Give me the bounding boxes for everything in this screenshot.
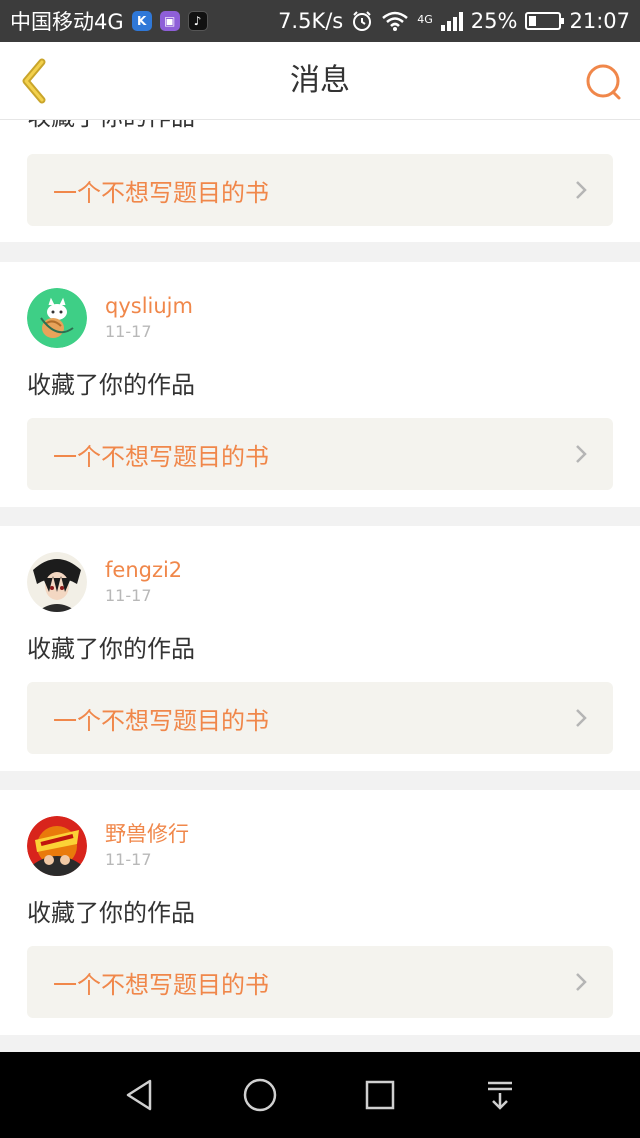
message-card: fengzi2 11-17 收藏了你的作品 一个不想写题目的书 [0,526,640,771]
app-k-icon: K [131,11,152,31]
book-link[interactable]: 一个不想写题目的书 [27,682,613,754]
search-button[interactable] [584,62,624,102]
network-speed: 7.5K/s [278,9,344,33]
recents-square-icon [365,1080,395,1110]
chevron-left-icon [22,58,46,104]
notification-pull-icon [488,1081,512,1110]
nav-home-button[interactable] [240,1075,280,1115]
action-text: 收藏了你的作品 [27,635,195,663]
action-text: 收藏了你的作品 [27,120,613,134]
book-link[interactable]: 一个不想写题目的书 [27,154,613,226]
chevron-right-icon [576,973,587,991]
nav-back-button[interactable] [120,1075,160,1115]
battery-percent: 25% [470,9,518,33]
message-card: 收藏了你的作品 一个不想写题目的书 [0,120,640,242]
chevron-right-icon [576,709,587,727]
book-title: 一个不想写题目的书 [53,178,269,207]
nav-recents-button[interactable] [360,1075,400,1115]
avatar[interactable] [27,816,87,876]
search-icon [586,64,621,100]
wifi-icon [382,11,409,31]
action-text: 收藏了你的作品 [27,899,195,927]
tiktok-icon: ♪ [187,11,208,31]
book-link[interactable]: 一个不想写题目的书 [27,418,613,490]
nav-notification-button[interactable] [480,1075,520,1115]
book-title: 一个不想写题目的书 [53,706,269,735]
username[interactable]: qysliujm [105,292,193,320]
username[interactable]: fengzi2 [105,556,182,584]
back-triangle-icon [126,1079,152,1111]
message-card: qysliujm 11-17 收藏了你的作品 一个不想写题目的书 [0,262,640,507]
clock: 21:07 [569,9,630,33]
signal-icon [440,11,463,31]
book-title: 一个不想写题目的书 [53,970,269,999]
book-title: 一个不想写题目的书 [53,442,269,471]
book-link[interactable]: 一个不想写题目的书 [27,946,613,1018]
timestamp: 11-17 [105,322,152,341]
app-header: 消息 [0,42,640,120]
home-circle-icon [243,1078,277,1112]
message-feed: 收藏了你的作品 一个不想写题目的书 qysl [0,120,640,1052]
message-card: 野兽修行 11-17 收藏了你的作品 一个不想写题目的书 [0,790,640,1035]
status-bar: 中国移动4G K ▣ ♪ 7.5K/s 4G 25% 21:07 [0,0,640,42]
alarm-icon [353,11,372,31]
chevron-right-icon [576,445,587,463]
carrier-label: 中国移动4G [10,10,124,34]
avatar[interactable] [27,552,87,612]
page-title: 消息 [290,63,350,98]
chevron-right-icon [576,181,587,199]
action-text: 收藏了你的作品 [27,371,195,399]
timestamp: 11-17 [105,586,152,605]
battery-icon [525,12,565,30]
avatar[interactable] [27,288,87,348]
network-type-label: 4G [417,13,433,26]
timestamp: 11-17 [105,850,152,869]
gallery-app-icon: ▣ [159,11,180,31]
username[interactable]: 野兽修行 [105,820,189,848]
system-nav-bar [0,1052,640,1138]
back-button[interactable] [14,56,54,106]
